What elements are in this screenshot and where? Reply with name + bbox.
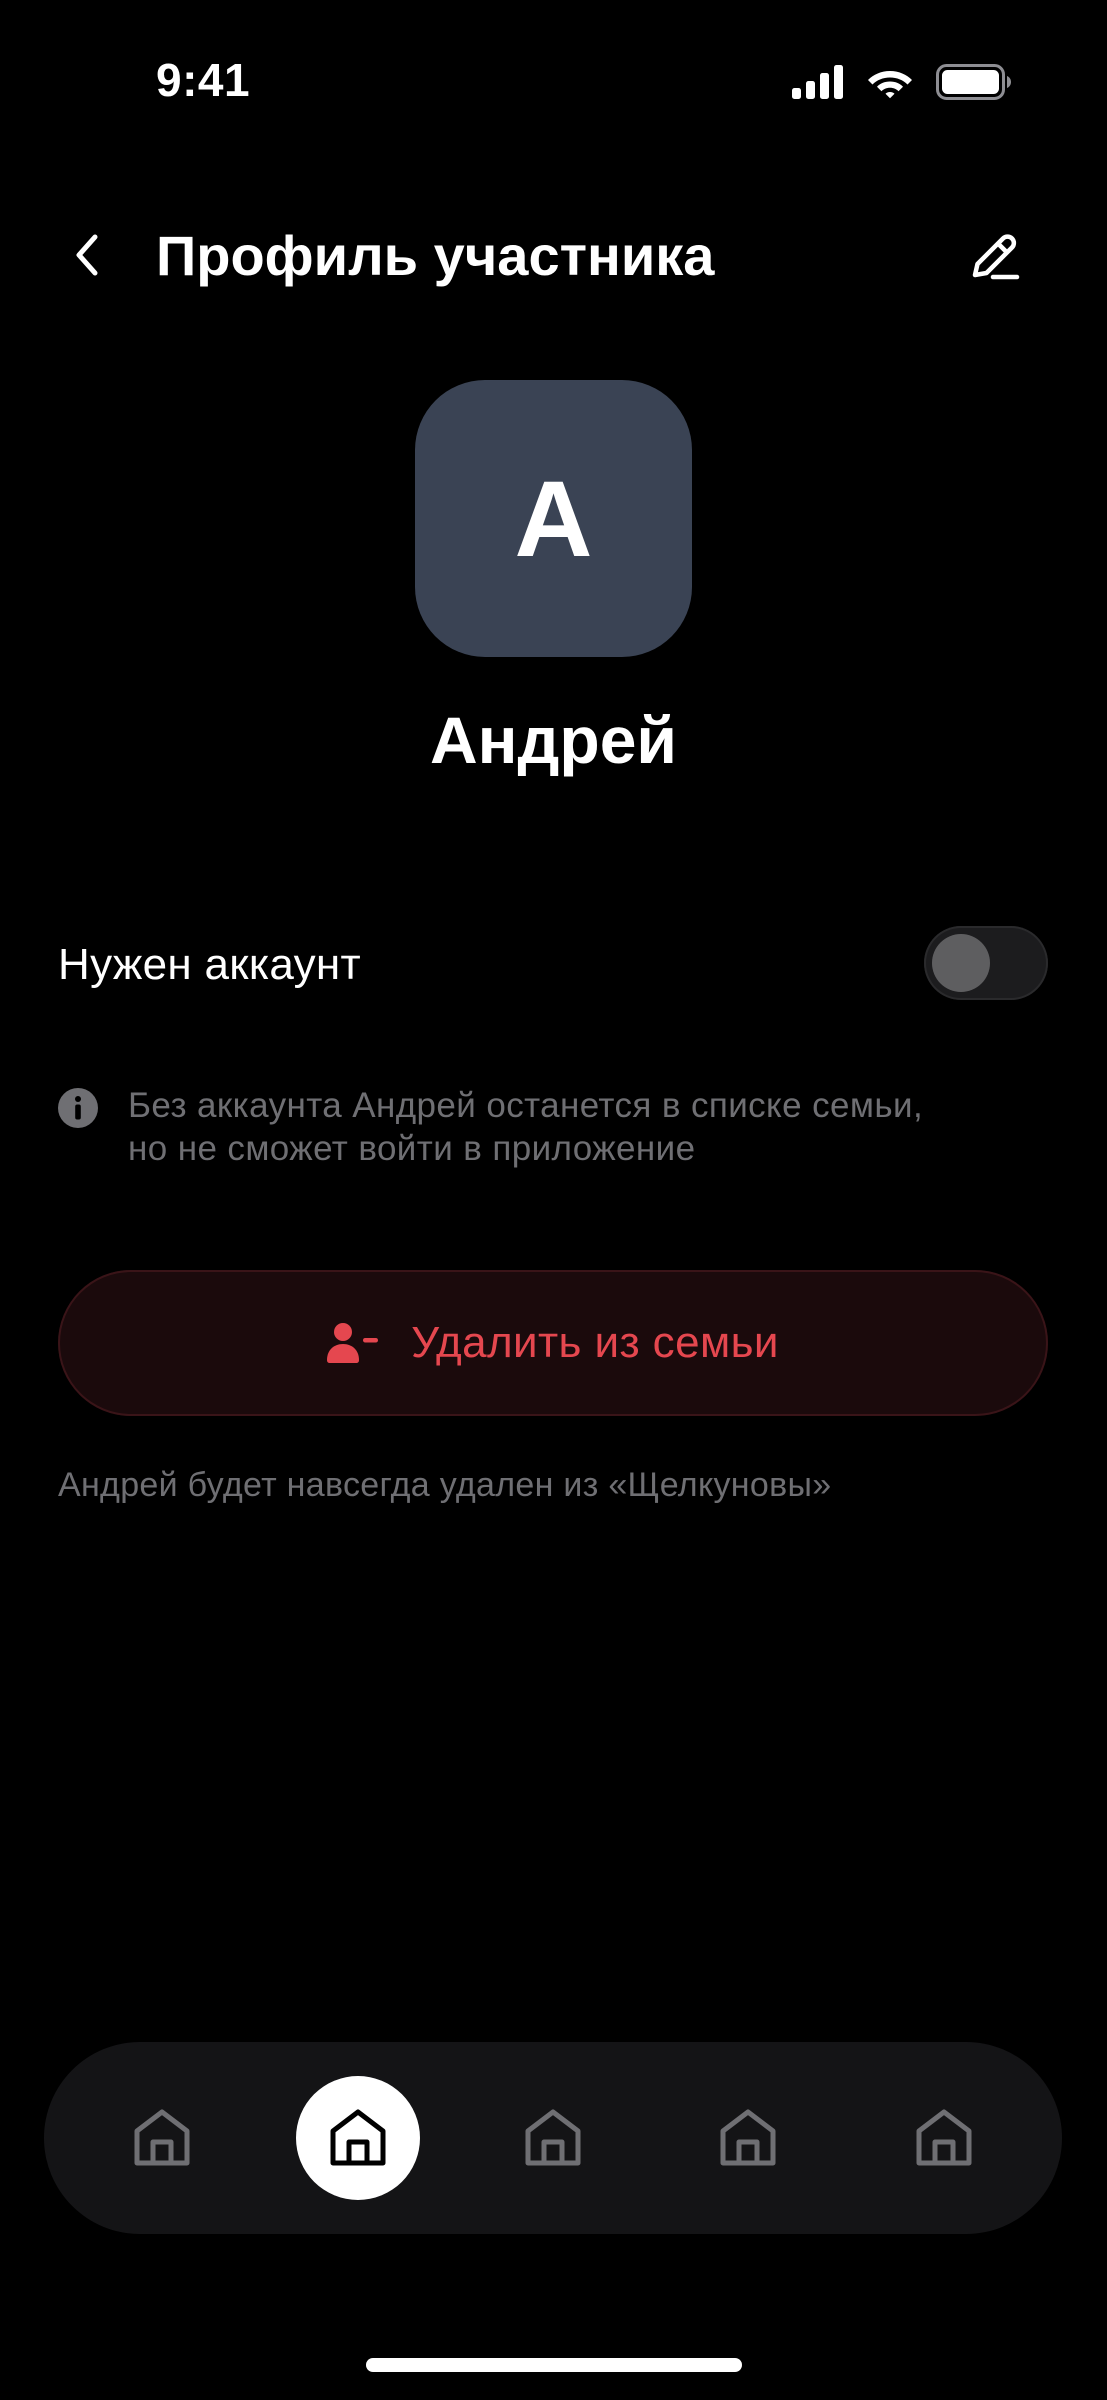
remove-from-family-button[interactable]: Удалить из семьи xyxy=(58,1270,1048,1416)
home-indicator xyxy=(366,2358,742,2372)
wifi-icon xyxy=(868,71,912,99)
remove-caption: Андрей будет навсегда удален из «Щелкуно… xyxy=(58,1466,832,1504)
info-text: Без аккаунта Андрей останется в списке с… xyxy=(128,1084,1048,1170)
back-button[interactable] xyxy=(54,222,120,288)
member-name: Андрей xyxy=(429,703,678,777)
avatar-letter: А xyxy=(514,457,593,579)
home-icon xyxy=(916,2109,972,2166)
home-icon xyxy=(330,2109,386,2166)
screen: 9:41 Профиль участника А Андрей Нужен ак… xyxy=(0,0,1107,2400)
nav-item-2[interactable] xyxy=(296,2076,420,2200)
battery-icon xyxy=(936,64,1011,100)
status-bar: 9:41 xyxy=(0,0,1107,160)
account-row: Нужен аккаунт xyxy=(58,920,1048,1004)
remove-button-label: Удалить из семьи xyxy=(411,1318,779,1367)
nav-item-1[interactable] xyxy=(100,2076,224,2200)
nav-item-4[interactable] xyxy=(686,2076,810,2200)
cellular-signal-icon xyxy=(792,65,843,99)
status-time: 9:41 xyxy=(156,54,251,106)
info-text-line-2: но не сможет войти в приложение xyxy=(128,1129,696,1168)
pencil-icon xyxy=(972,234,1020,280)
toggle-knob xyxy=(932,934,990,992)
nav-item-5[interactable] xyxy=(882,2076,1006,2200)
home-icon xyxy=(720,2109,776,2166)
account-label: Нужен аккаунт xyxy=(58,940,361,989)
account-toggle[interactable] xyxy=(924,926,1048,1000)
home-icon xyxy=(134,2109,190,2166)
page-title: Профиль участника xyxy=(156,224,715,287)
remove-user-icon xyxy=(327,1323,379,1363)
edit-button[interactable] xyxy=(960,222,1030,292)
chevron-left-icon xyxy=(76,234,98,276)
status-icons xyxy=(792,62,1012,102)
bottom-nav xyxy=(44,2042,1062,2234)
home-icon xyxy=(525,2109,581,2166)
info-icon xyxy=(58,1088,98,1128)
header: Профиль участника xyxy=(0,200,1107,310)
info-text-line-1: Без аккаунта Андрей останется в списке с… xyxy=(128,1086,924,1125)
avatar: А xyxy=(415,380,692,657)
nav-item-3[interactable] xyxy=(491,2076,615,2200)
